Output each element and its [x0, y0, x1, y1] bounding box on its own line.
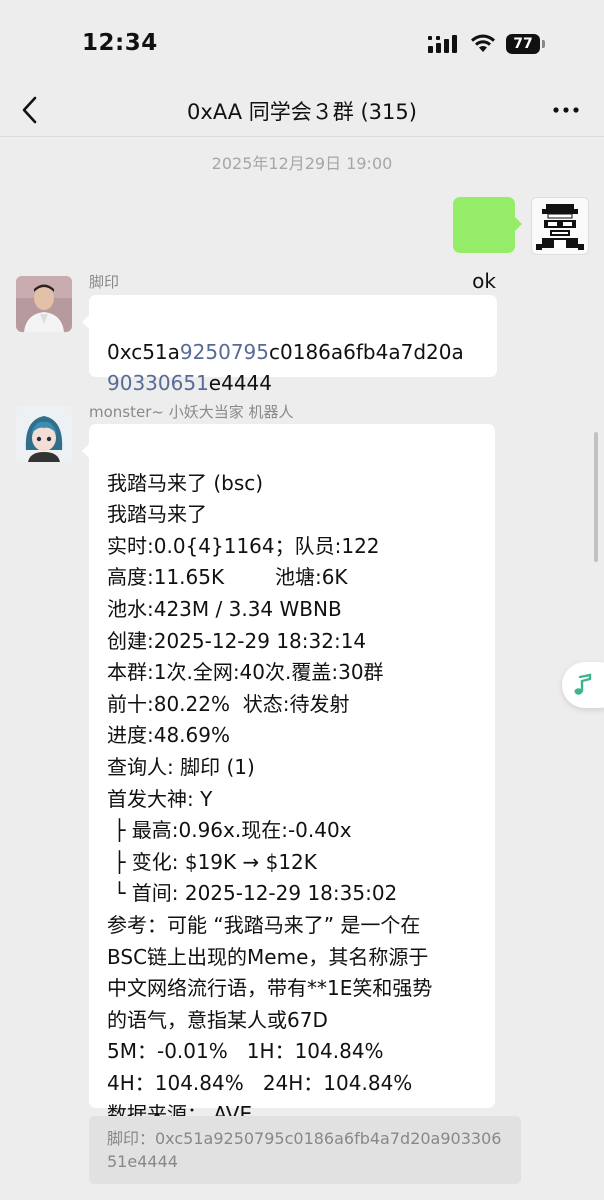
message-timestamp: 2025年12月29日 19:00 — [211, 154, 393, 173]
jiaoyin-avatar[interactable] — [16, 276, 72, 332]
quoted-message-text: 脚印：0xc51a9250795c0186a6fb4a7d20a90330651… — [107, 1129, 502, 1171]
bot-message-text: 我踏马来了 (bsc) 我踏马来了实时:0.0{4}1164；队员:122 高度:1… — [107, 468, 495, 1131]
bot-message-line: ├ 变化: $19K → $12K — [107, 849, 317, 874]
bot-avatar[interactable] — [16, 406, 72, 462]
self-message-bubble[interactable]: ok — [453, 197, 522, 293]
bot-message-bubble[interactable]: 我踏马来了 (bsc) 我踏马来了实时:0.0{4}1164；队员:122 高度:1… — [82, 424, 495, 1126]
anime-avatar-icon — [16, 406, 72, 462]
bot-message-line: 4H：104.84% 24H：104.84% — [107, 1070, 413, 1095]
bot-message-line: 创建:2025-12-29 18:32:14 — [107, 628, 367, 653]
address-text: c0186a6fb4a7d20a — [269, 339, 464, 364]
chat-title: 0xAA 同学会３群 (315) — [187, 100, 417, 124]
bubble-tail — [515, 217, 522, 231]
music-float-button[interactable] — [562, 662, 604, 708]
bubble-tail — [82, 444, 89, 458]
bot-message-line: 中文网络流行语，带有**1E笑和强势 — [107, 976, 433, 1001]
bot-message-line: 高度:11.65K 池塘:6K — [107, 565, 348, 590]
bubble-tail — [82, 315, 89, 329]
pixel-avatar-icon — [532, 198, 588, 254]
address-message-bubble[interactable]: 0xc51a9250795c0186a6fb4a7d20a 90330651e44… — [82, 295, 497, 395]
bot-message-line: 5M：-0.01% 1H：104.84% — [107, 1039, 384, 1064]
quoted-message[interactable]: 脚印：0xc51a9250795c0186a6fb4a7d20a90330651… — [89, 1116, 521, 1184]
person-photo-icon — [16, 276, 72, 332]
bot-message-line: 实时:0.0{4}1164；队员:122 — [107, 533, 380, 558]
bot-message-line: 池水:423M / 3.34 WBNB — [107, 596, 342, 621]
scrollbar[interactable] — [594, 432, 598, 562]
more-dots-icon[interactable] — [552, 96, 580, 124]
chat-header: 0xAA 同学会３群 (315) — [0, 84, 604, 137]
address-number-link[interactable]: 90330651 — [107, 371, 209, 395]
bot-message-line: 首发大神: Y — [107, 786, 213, 811]
status-bar: 12:34 77 — [0, 0, 604, 90]
bot-message-line: 查询人: 脚印 (1) — [107, 754, 255, 779]
wifi-icon — [471, 34, 495, 52]
battery-level: 77 — [506, 34, 540, 54]
bot-message-line: BSC链上出现的Meme，其名称源于 — [107, 944, 429, 969]
self-message-text: ok — [472, 269, 496, 293]
sender-name: monster~ 小妖大当家 机器人 — [89, 403, 294, 421]
music-note-icon — [574, 673, 592, 695]
address-number-link[interactable]: 9250795 — [180, 340, 269, 364]
bot-message-line: ├ 最高:0.96x.现在:-0.40x — [107, 818, 352, 843]
bot-message-line: └ 首间: 2025-12-29 18:35:02 — [107, 881, 398, 906]
self-avatar[interactable] — [531, 197, 589, 255]
bot-message-line: 我踏马来了 — [107, 502, 207, 527]
battery-tip — [542, 40, 545, 48]
bot-message-line: 的语气，意指某人或67D — [107, 1007, 328, 1032]
bot-message-line: 前十:80.22% 状态:待发射 — [107, 691, 350, 716]
sender-name: 脚印 — [89, 273, 120, 291]
battery-icon: 77 — [506, 34, 546, 54]
bot-message-line: 本群:1次.全网:40次.覆盖:30群 — [107, 660, 384, 685]
address-text: 0xc51a — [107, 339, 180, 364]
signal-icon — [428, 35, 457, 53]
bot-message-line: 进度:48.69% — [107, 723, 230, 748]
bot-message-line: 参考：可能 “我踏马来了” 是一个在 — [107, 912, 421, 937]
bot-message-line: 我踏马来了 (bsc) — [107, 470, 264, 495]
status-time: 12:34 — [82, 30, 158, 56]
address-text: e4444 — [208, 371, 272, 396]
